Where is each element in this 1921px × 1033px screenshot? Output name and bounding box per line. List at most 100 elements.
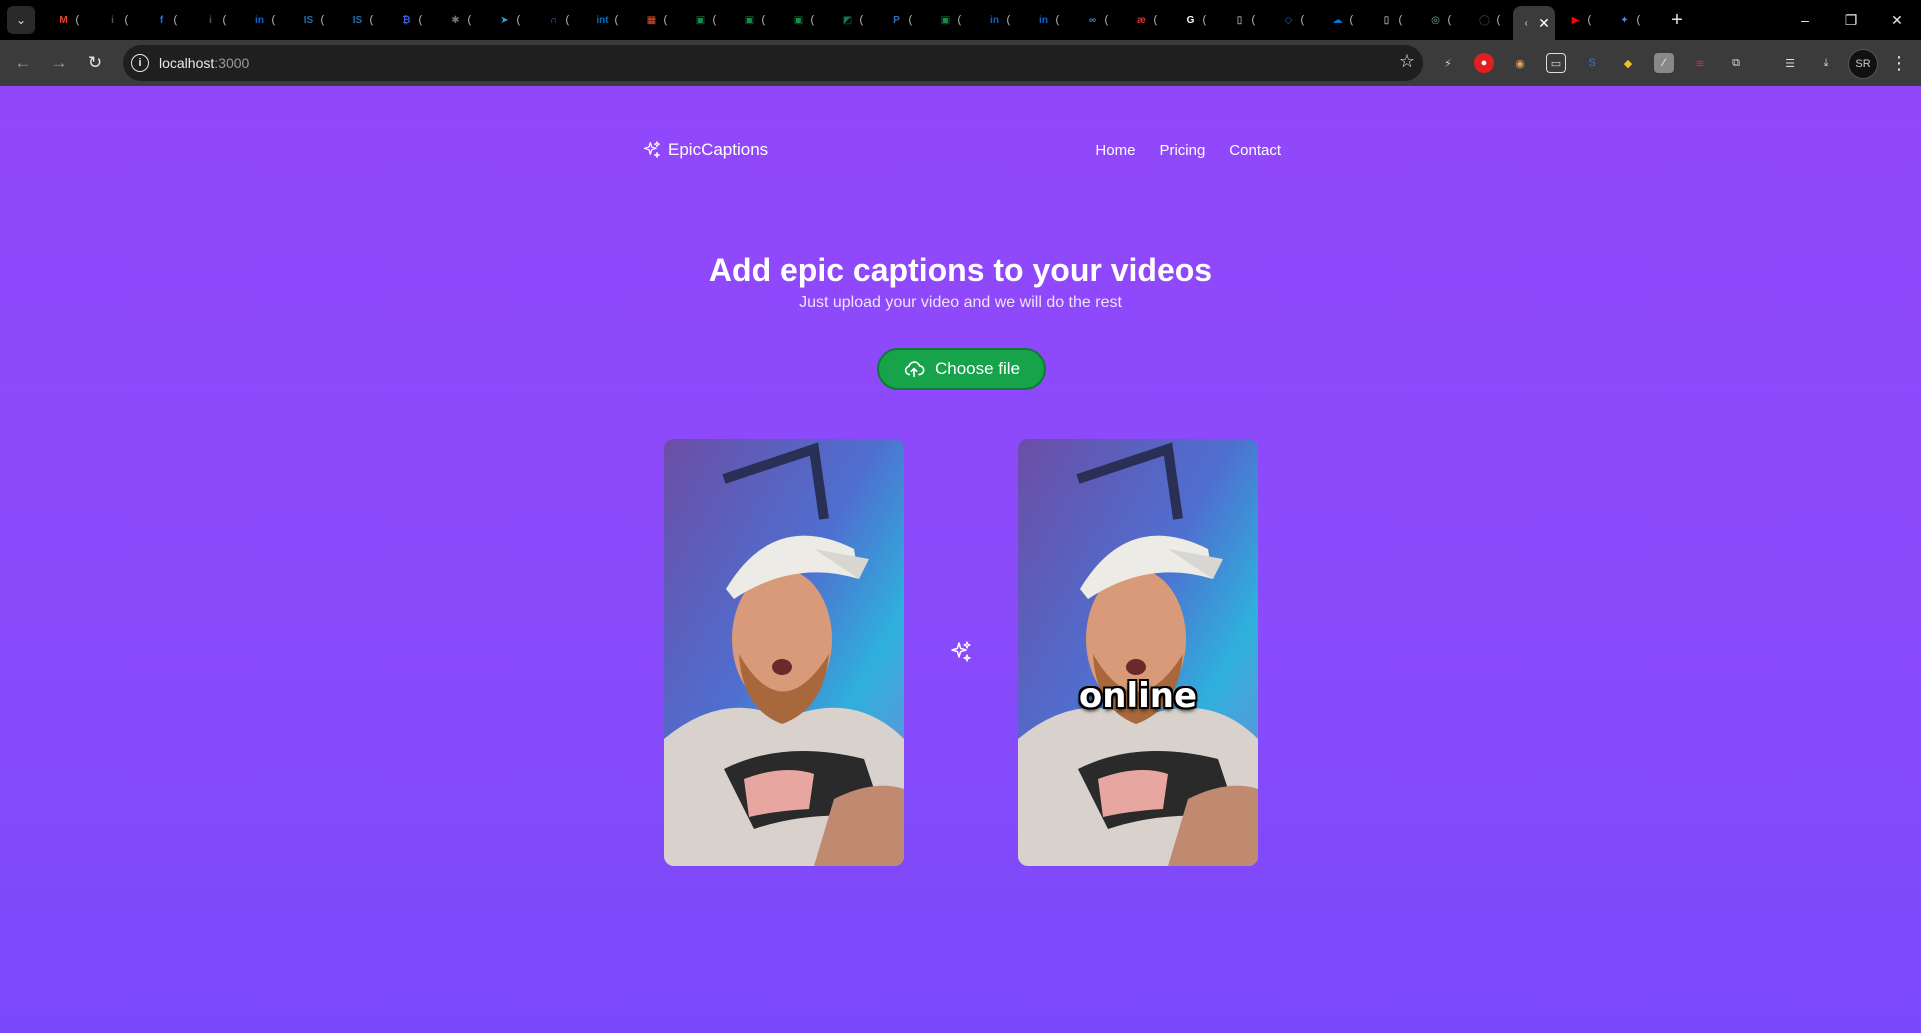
video-frame-image xyxy=(1018,439,1258,866)
extension-owl-icon[interactable]: ◉ xyxy=(1510,53,1530,73)
choose-file-label: Choose file xyxy=(934,359,1021,378)
original-video-preview[interactable] xyxy=(664,439,904,866)
browser-tab[interactable]: M( xyxy=(43,4,92,36)
browser-tab[interactable]: ▯( xyxy=(1219,4,1268,36)
browser-tab[interactable]: ▯( xyxy=(1366,4,1415,36)
sheet-icon: ▣ xyxy=(744,14,755,26)
bookmark-star-icon[interactable]: ☆ xyxy=(1399,51,1415,72)
extension-window-icon[interactable]: ▭ xyxy=(1546,53,1566,73)
extension-red-icon[interactable]: ● xyxy=(1474,53,1494,73)
browser-tab[interactable]: in ( xyxy=(1023,4,1072,36)
facebook-icon: f xyxy=(159,14,164,26)
browser-tab[interactable]: ◩( xyxy=(827,4,876,36)
is-icon: IS xyxy=(303,14,314,26)
p-icon: P xyxy=(893,14,900,26)
extension-stack-icon[interactable]: ≋ xyxy=(1690,53,1710,73)
browser-tab[interactable]: ◇( xyxy=(1268,4,1317,36)
browser-tab[interactable]: ₿( xyxy=(386,4,435,36)
browser-tab[interactable]: ▣( xyxy=(778,4,827,36)
browser-tab[interactable]: ☁( xyxy=(1317,4,1366,36)
tab-title-fragment: ( xyxy=(516,14,521,26)
hero-subheadline: Just upload your video and we will do th… xyxy=(799,294,1122,311)
browser-tab[interactable]: ▣( xyxy=(680,4,729,36)
doc-icon: ▯ xyxy=(1383,14,1390,26)
tab-title-fragment: ( xyxy=(1349,14,1354,26)
browser-tab[interactable]: ▣( xyxy=(729,4,778,36)
tab-title-fragment: ( xyxy=(663,14,668,26)
new-tab-button[interactable]: + xyxy=(1661,4,1693,36)
linkedin-icon: in xyxy=(255,14,264,26)
tab-title-fragment: ( xyxy=(369,14,374,26)
address-bar[interactable]: i localhost:3000 ☆ xyxy=(123,45,1423,81)
browser-tab[interactable]: IS ( xyxy=(288,4,337,36)
restore-button[interactable]: ❐ xyxy=(1828,0,1874,40)
crypto-icon: ₿ xyxy=(402,14,411,26)
sparkles-icon xyxy=(643,141,661,159)
tab-title-fragment: ( xyxy=(1447,14,1452,26)
brand-logo[interactable]: EpicCaptions xyxy=(642,140,768,160)
browser-tab[interactable]: ▦( xyxy=(631,4,680,36)
browser-tab[interactable]: ➤( xyxy=(484,4,533,36)
cloud-upload-icon xyxy=(904,361,925,378)
site-info-icon[interactable]: i xyxy=(131,54,149,72)
linkedin-icon: in xyxy=(990,14,999,26)
reload-button[interactable]: ↻ xyxy=(77,45,113,81)
tab-title-fragment: ( xyxy=(1300,14,1305,26)
arrow-left-icon: ← xyxy=(14,53,32,72)
browser-tab[interactable]: ✱( xyxy=(435,4,484,36)
browser-tab[interactable]: f( xyxy=(141,4,190,36)
tab-title-fragment: ( xyxy=(418,14,423,26)
browser-tab[interactable]: i( xyxy=(190,4,239,36)
tab-title-fragment: ( xyxy=(173,14,178,26)
profile-avatar[interactable]: SR xyxy=(1848,49,1878,79)
tab-title-fragment: ( xyxy=(271,14,276,26)
browser-tab[interactable]: ▣( xyxy=(925,4,974,36)
microsoft-icon: ▦ xyxy=(646,14,657,26)
google-icon: G xyxy=(1186,14,1195,26)
extensions-puzzle-icon[interactable]: ⧉ xyxy=(1726,53,1746,73)
browser-tab[interactable]: ◯( xyxy=(1464,4,1513,36)
browser-menu-icon[interactable]: ⋮ xyxy=(1890,53,1908,74)
tab-title-fragment: ( xyxy=(761,14,766,26)
back-button[interactable]: ← xyxy=(5,45,41,81)
browser-tab[interactable]: IS ( xyxy=(337,4,386,36)
close-tab-icon[interactable]: ✕ xyxy=(1538,15,1550,32)
link-icon: ∞ xyxy=(1088,14,1097,26)
browser-tab[interactable]: i( xyxy=(92,4,141,36)
browser-tab[interactable]: ∞( xyxy=(1072,4,1121,36)
tab-title-fragment: ( xyxy=(712,14,717,26)
extension-bolt-icon[interactable]: ⚡ xyxy=(1438,53,1458,73)
browser-tab[interactable]: ✦( xyxy=(1604,4,1653,36)
tab-title-fragment: ( xyxy=(124,14,129,26)
video-frame-image xyxy=(664,439,904,866)
browser-tab[interactable]: ∩( xyxy=(533,4,582,36)
tab-title-fragment: ( xyxy=(614,14,619,26)
media-queue-icon[interactable]: ☰ xyxy=(1780,53,1800,73)
extension-sync-icon[interactable]: S xyxy=(1582,53,1602,73)
choose-file-button[interactable]: Choose file xyxy=(877,348,1046,390)
nav-pricing-link[interactable]: Pricing xyxy=(1159,142,1205,159)
browser-tab[interactable]: ◎( xyxy=(1415,4,1464,36)
browser-tab-active[interactable]: ‹ ✕ xyxy=(1513,6,1555,40)
captioned-video-preview[interactable]: online xyxy=(1018,439,1258,866)
telegram-icon: ➤ xyxy=(500,14,509,26)
download-icon[interactable]: ⤓ xyxy=(1816,53,1836,73)
extension-grey-icon[interactable]: ⁄ xyxy=(1654,53,1674,73)
browser-tab[interactable]: G( xyxy=(1170,4,1219,36)
browser-tab[interactable]: int ( xyxy=(582,4,631,36)
tab-title-fragment: ( xyxy=(75,14,80,26)
extension-tag-icon[interactable]: ◆ xyxy=(1618,53,1638,73)
browser-tab[interactable]: ▶( xyxy=(1555,4,1604,36)
forward-button[interactable]: → xyxy=(41,45,77,81)
nav-contact-link[interactable]: Contact xyxy=(1229,142,1281,159)
nav-home-link[interactable]: Home xyxy=(1095,142,1135,159)
browser-tab[interactable]: P( xyxy=(876,4,925,36)
browser-tab[interactable]: in ( xyxy=(239,4,288,36)
arrow-right-icon: → xyxy=(50,53,68,72)
browser-tab[interactable]: æ( xyxy=(1121,4,1170,36)
info-icon: i xyxy=(111,14,114,26)
tab-search-button[interactable]: ⌄ xyxy=(7,6,35,34)
minimize-button[interactable]: – xyxy=(1782,0,1828,40)
close-window-button[interactable]: ✕ xyxy=(1874,0,1920,40)
browser-tab[interactable]: in ( xyxy=(974,4,1023,36)
